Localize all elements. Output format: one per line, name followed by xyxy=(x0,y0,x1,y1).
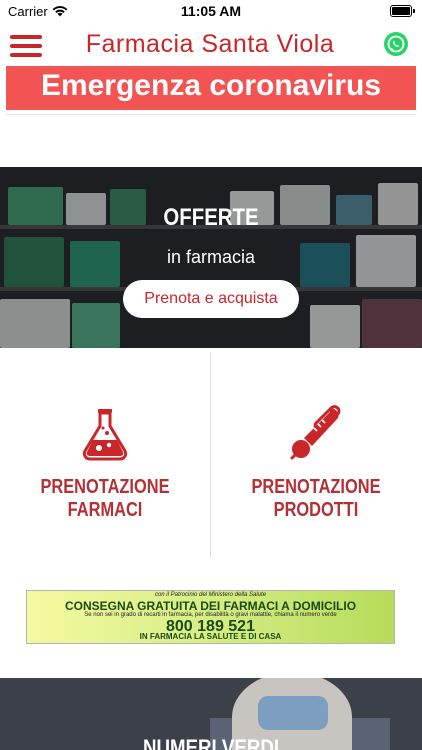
numeri-verdi-section[interactable]: NUMERI VERDI xyxy=(0,678,422,750)
app-title: Farmacia Santa Viola xyxy=(85,30,335,58)
service-prenotazione-farmaci[interactable]: PRENOTAZIONE FARMACI xyxy=(0,380,210,540)
divider xyxy=(6,114,416,115)
service-label: PRENOTAZIONE PRODOTTI xyxy=(251,476,381,521)
service-prenotazione-prodotti[interactable]: PRENOTAZIONE PRODOTTI xyxy=(211,380,421,540)
whatsapp-icon[interactable] xyxy=(384,32,408,56)
banner-text: Emergenza coronavirus xyxy=(40,69,382,102)
coronavirus-banner[interactable]: Emergenza coronavirus xyxy=(6,66,416,110)
section-title: NUMERI VERDI xyxy=(142,735,280,750)
face-mask-image xyxy=(258,696,328,730)
hero-title: OFFERTE xyxy=(163,204,259,231)
menu-icon[interactable] xyxy=(10,33,42,59)
flask-icon xyxy=(75,404,135,464)
thermometer-icon xyxy=(286,404,346,464)
status-bar: Carrier 11:05 AM xyxy=(0,0,422,24)
offers-hero: OFFERTE in farmacia Prenota e acquista xyxy=(0,167,422,348)
app-header: Farmacia Santa Viola xyxy=(0,24,422,68)
service-label: PRENOTAZIONE FARMACI xyxy=(40,476,170,521)
home-delivery-promo[interactable]: con il Patrocinio del Ministero della Sa… xyxy=(26,590,395,644)
hero-subtitle: in farmacia xyxy=(166,247,256,267)
promo-headline: CONSEGNA GRATUITA DEI FARMACI A DOMICILI… xyxy=(64,599,357,613)
battery-icon xyxy=(390,5,415,17)
book-and-buy-button[interactable]: Prenota e acquista xyxy=(123,280,299,318)
promo-slogan: IN FARMACIA LA SALUTE E DI CASA xyxy=(139,632,282,641)
promo-patronage: con il Patrocinio del Ministero della Sa… xyxy=(154,592,267,598)
clock: 11:05 AM xyxy=(180,3,242,19)
